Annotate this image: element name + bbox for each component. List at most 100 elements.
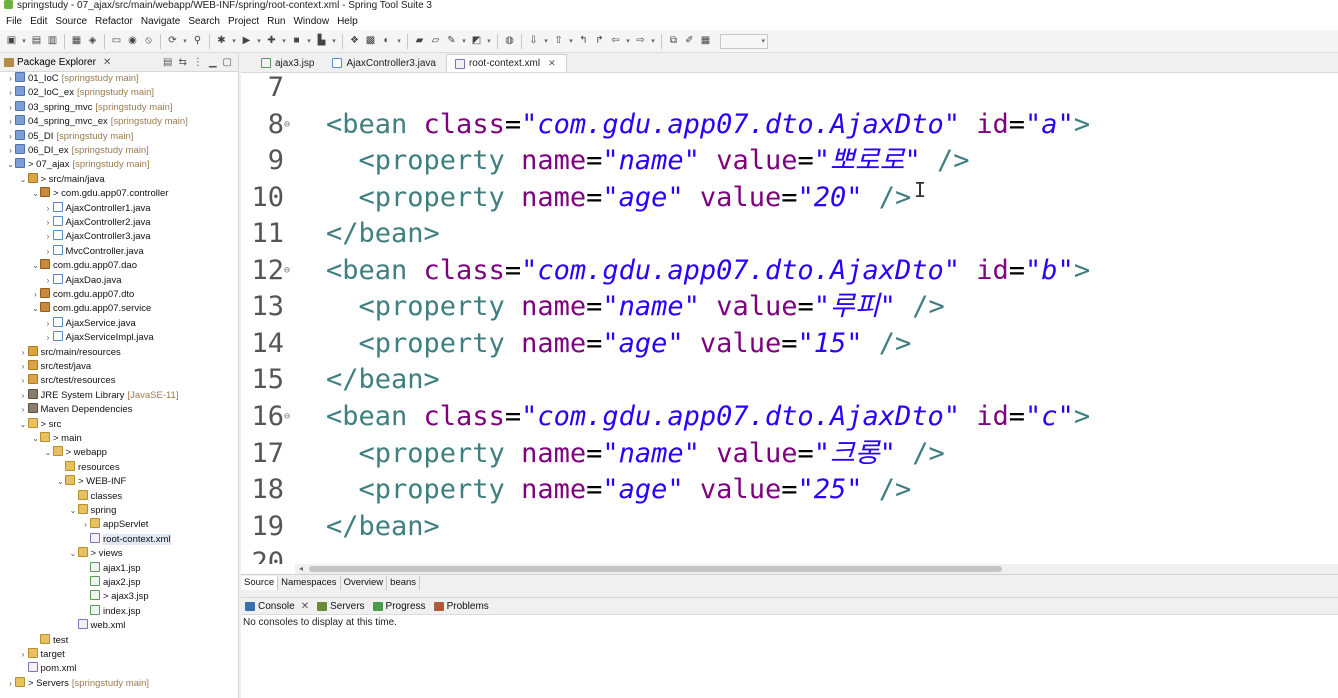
tree-item[interactable]: ⌄ > com.gdu.app07.controller	[31, 187, 168, 201]
tree-item[interactable]: › AjaxController1.java	[44, 201, 151, 216]
menu-source[interactable]: Source	[51, 13, 91, 30]
close-icon[interactable]: ✕	[103, 57, 111, 68]
editor-tab[interactable]: ajax3.jsp	[253, 54, 324, 72]
tree-item[interactable]: > ajax3.jsp	[81, 590, 149, 604]
tree-item[interactable]: › com.gdu.app07.dto	[31, 288, 134, 302]
fold-toggle-icon[interactable]: ⊖	[284, 107, 290, 143]
tree-item[interactable]: pom.xml	[19, 662, 76, 676]
external-tools-icon[interactable]: ✚	[264, 34, 279, 49]
console-tab-console[interactable]: Console ✕	[245, 601, 309, 612]
tree-item[interactable]: ⌄ > 07_ajax [springstudy main]	[6, 158, 150, 172]
globe-icon[interactable]: ◍	[502, 34, 517, 49]
stop-dropdown-icon[interactable]: ▾	[305, 34, 313, 49]
collapsed-twisty-icon[interactable]: ›	[6, 86, 15, 100]
tree-item[interactable]: ⌄ spring	[69, 504, 116, 518]
editor-page-tab-namespaces[interactable]: Namespaces	[278, 576, 341, 590]
collapsed-twisty-icon[interactable]: ›	[6, 130, 15, 144]
last-edit-icon[interactable]: ↰	[576, 34, 591, 49]
tree-item[interactable]: › JRE System Library [JavaSE-11]	[19, 388, 178, 403]
menu-navigate[interactable]: Navigate	[137, 13, 184, 30]
new-class-dropdown-icon[interactable]: ▾	[395, 34, 403, 49]
console-tab-servers[interactable]: Servers	[317, 601, 365, 612]
expanded-twisty-icon[interactable]: ⌄	[31, 432, 40, 446]
tree-item[interactable]: › AjaxServiceImpl.java	[44, 331, 154, 345]
expanded-twisty-icon[interactable]: ⌄	[6, 158, 15, 172]
fold-toggle-icon[interactable]: ⊖	[284, 253, 290, 289]
collapsed-twisty-icon[interactable]: ›	[44, 216, 53, 230]
expanded-twisty-icon[interactable]: ⌄	[19, 418, 28, 432]
menu-refactor[interactable]: Refactor	[91, 13, 137, 30]
task-dropdown-icon[interactable]: ▾	[485, 34, 493, 49]
close-tab-icon[interactable]: ✕	[548, 58, 556, 69]
tree-item[interactable]: › 06_DI_ex [springstudy main]	[6, 144, 149, 158]
tree-item[interactable]: ⌄ > src	[19, 417, 61, 432]
menu-file[interactable]: File	[2, 13, 26, 30]
run-icon[interactable]: ▶	[239, 34, 254, 49]
open-perspective-icon[interactable]: ⧉	[666, 34, 681, 49]
collapsed-twisty-icon[interactable]: ›	[19, 360, 28, 374]
search-icon[interactable]: ✎	[444, 34, 459, 49]
editor-tab[interactable]: AjaxController3.java	[324, 54, 446, 72]
next-annotation-icon[interactable]: ⇩	[526, 34, 541, 49]
tree-item[interactable]: › MvcController.java	[44, 244, 144, 259]
new-package-icon[interactable]: ▩	[363, 34, 378, 49]
tree-item[interactable]: ⌄ com.gdu.app07.dao	[31, 259, 137, 273]
collapsed-twisty-icon[interactable]: ›	[81, 518, 90, 532]
debug-icon[interactable]: ✱	[214, 34, 229, 49]
editor-tab[interactable]: root-context.xml ✕	[445, 54, 567, 72]
tree-item[interactable]: › 01_IoC [springstudy main]	[6, 72, 139, 86]
external-tools-dropdown-icon[interactable]: ▾	[280, 34, 288, 49]
new-icon[interactable]: ▣	[4, 34, 19, 49]
collapsed-twisty-icon[interactable]: ›	[44, 331, 53, 345]
view-menu-icon[interactable]: ⋮	[193, 57, 203, 68]
tree-item[interactable]: › 03_spring_mvc [springstudy main]	[6, 100, 173, 115]
forward-dropdown-icon[interactable]: ▾	[649, 34, 657, 49]
tree-item[interactable]: › 05_DI [springstudy main]	[6, 129, 133, 144]
pin-icon[interactable]: ↱	[592, 34, 607, 49]
tree-item[interactable]: ⌄ > main	[31, 432, 82, 446]
skip-breakpoints-icon[interactable]: ⦸	[141, 34, 156, 49]
tree-item[interactable]: resources	[56, 460, 120, 475]
close-icon[interactable]: ✕	[301, 601, 309, 612]
console-tab-problems[interactable]: Problems	[433, 601, 489, 612]
collapsed-twisty-icon[interactable]: ›	[6, 115, 15, 129]
tree-item[interactable]: › 02_IoC_ex [springstudy main]	[6, 86, 154, 100]
console-tab-progress[interactable]: Progress	[372, 601, 426, 612]
link-icon[interactable]: ⚲	[190, 34, 205, 49]
collapsed-twisty-icon[interactable]: ›	[6, 72, 15, 86]
collapsed-twisty-icon[interactable]: ›	[44, 245, 53, 259]
grid-icon[interactable]: ▦	[698, 34, 713, 49]
back-icon[interactable]: ⇦	[608, 34, 623, 49]
horizontal-scrollbar[interactable]: ◂	[295, 564, 1338, 574]
expanded-twisty-icon[interactable]: ⌄	[44, 446, 53, 460]
tree-item[interactable]: root-context.xml	[81, 532, 171, 547]
expanded-twisty-icon[interactable]: ⌄	[31, 259, 40, 273]
tree-item[interactable]: ⌄ com.gdu.app07.service	[31, 302, 151, 316]
tree-item[interactable]: ⌄ > src/main/java	[19, 172, 105, 187]
scrollbar-thumb[interactable]	[309, 566, 1002, 572]
prev-annotation-dropdown-icon[interactable]: ▾	[567, 34, 575, 49]
link-with-editor-icon[interactable]: ⇆	[178, 57, 186, 68]
collapsed-twisty-icon[interactable]: ›	[6, 144, 15, 158]
editor-page-tab-source[interactable]: Source	[241, 576, 279, 590]
tree-item[interactable]: › AjaxController2.java	[44, 216, 151, 230]
tree-item[interactable]: › src/main/resources	[19, 345, 121, 360]
expanded-twisty-icon[interactable]: ⌄	[56, 475, 65, 489]
save-icon[interactable]: ▤	[29, 34, 44, 49]
collapsed-twisty-icon[interactable]: ›	[19, 403, 28, 417]
scroll-left-icon[interactable]: ◂	[299, 564, 303, 574]
tree-item[interactable]: › appServlet	[81, 518, 148, 532]
deploy-dropdown-icon[interactable]: ▾	[330, 34, 338, 49]
collapsed-twisty-icon[interactable]: ›	[6, 677, 15, 691]
open-task-icon[interactable]: ◩	[469, 34, 484, 49]
stop-icon[interactable]: ■	[289, 34, 304, 49]
expanded-twisty-icon[interactable]: ⌄	[19, 173, 28, 187]
deploy-icon[interactable]: ▙	[314, 34, 329, 49]
collapsed-twisty-icon[interactable]: ›	[19, 389, 28, 403]
new-dropdown-icon[interactable]: ▾	[20, 34, 28, 49]
refresh-dropdown-icon[interactable]: ▾	[181, 34, 189, 49]
terminal-icon[interactable]: ▭	[109, 34, 124, 49]
code-area[interactable]: 7 8 ⊖ <bean class="com.gdu.app07.dto.AjaxDt…	[241, 73, 1338, 564]
open-file-icon[interactable]: ▱	[428, 34, 443, 49]
tree-item[interactable]: ⌄ > webapp	[44, 446, 107, 460]
